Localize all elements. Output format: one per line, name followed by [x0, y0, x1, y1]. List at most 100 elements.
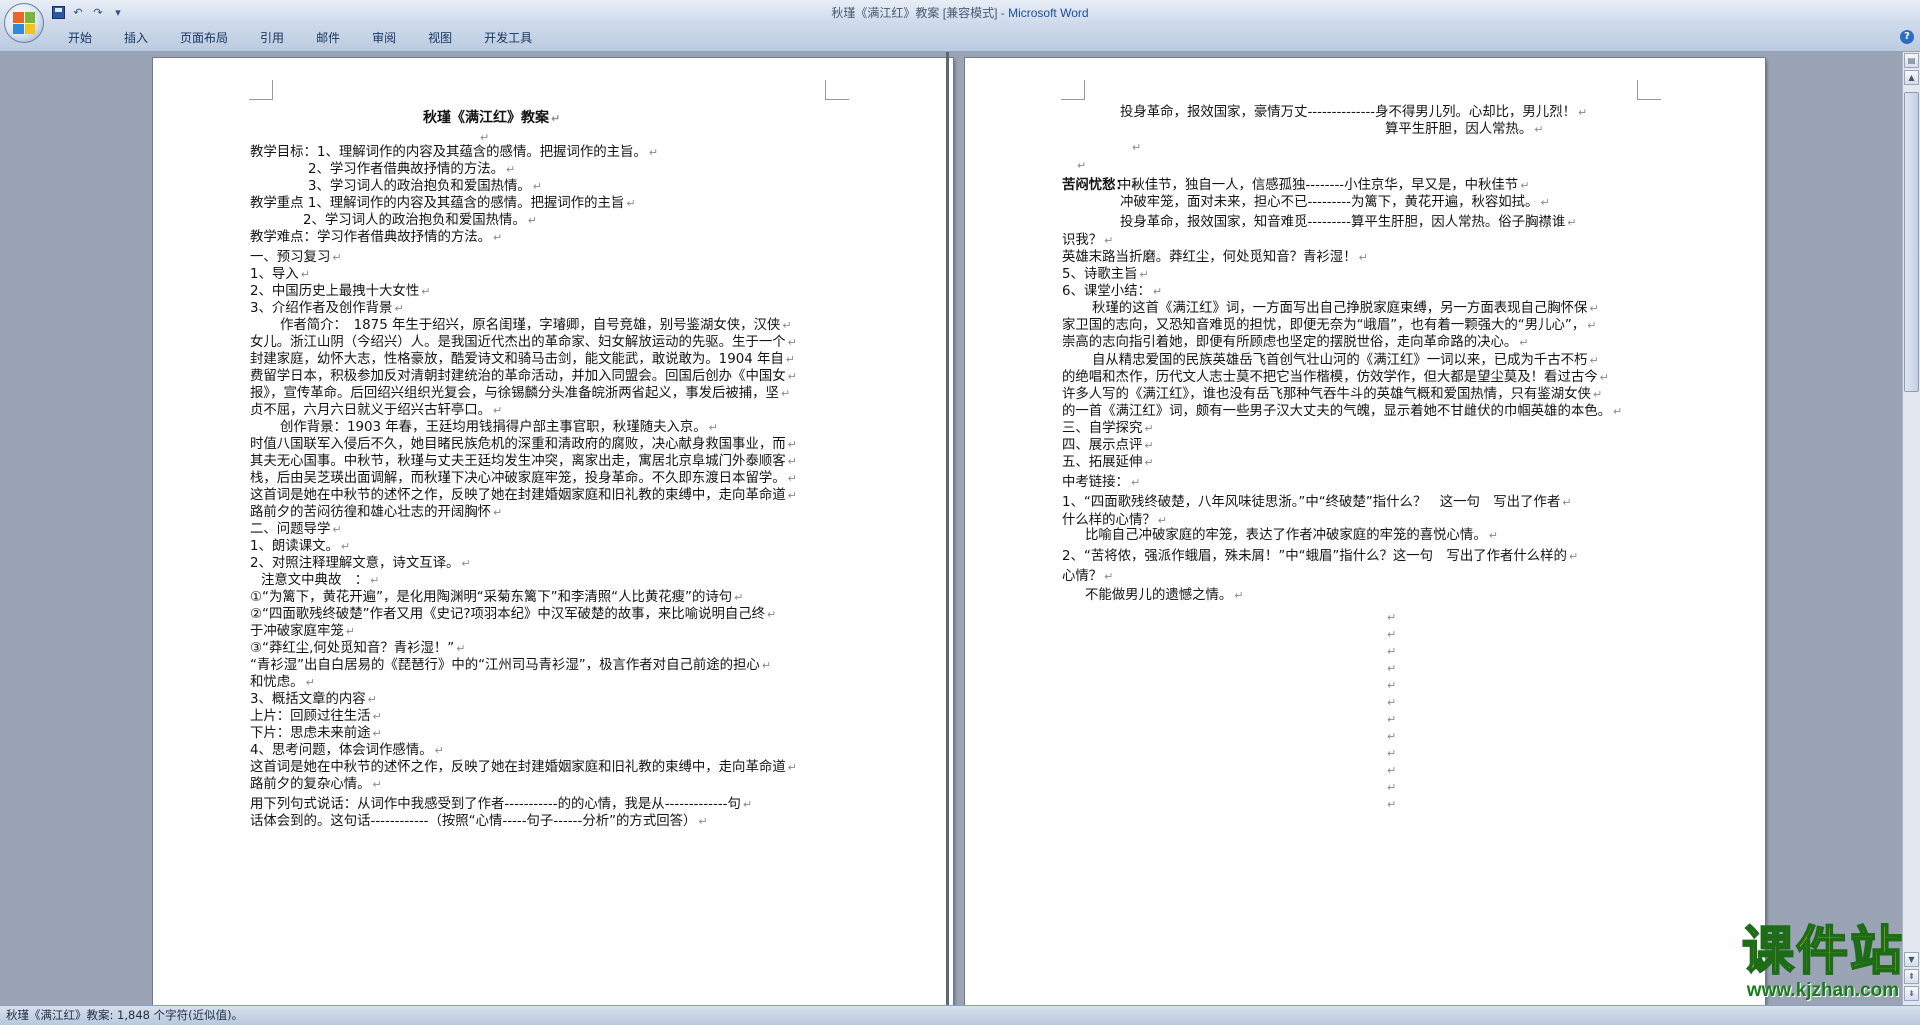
text-line-content: 3、学习词人的政治抱负和爱国热情。 [308, 179, 531, 194]
paragraph-mark-icon: ↵ [421, 285, 431, 298]
paragraph-mark-icon: ↵ [345, 625, 355, 638]
text-line-content: “青衫湿”出自白居易的《琵琶行》中的“江州司马青衫湿”，极言作者对自己前途的担心 [250, 658, 760, 673]
text-line-content: 二、问题导学 [250, 522, 331, 537]
crop-mark [825, 80, 849, 100]
paragraph-mark-icon: ↵ [1589, 302, 1599, 315]
window-title-doc: 秋瑾《满江红》教案 [兼容模式] - [831, 6, 1009, 20]
paragraph-mark-icon: ↵ [1520, 179, 1530, 192]
tab-insert[interactable]: 插入 [108, 27, 164, 49]
text-line: 秋瑾《满江红》教案 ↵ [423, 108, 560, 129]
text-line-content: 作者简介： 1875 年生于绍兴，原名闺瑾，字璿卿，自号竞雄，别号鉴湖女侠，汉侠 [280, 318, 781, 333]
scroll-up-icon[interactable]: ▲ [1904, 70, 1919, 85]
tab-mailings[interactable]: 邮件 [300, 27, 356, 49]
paragraph-mark-icon: ↵ [1387, 798, 1397, 811]
scroll-thumb[interactable] [1904, 92, 1919, 392]
text-line-content: 心情？ [1062, 569, 1103, 584]
document-area[interactable]: 秋瑾《满江红》教案 ↵ ↵ 教学目标：1、理解词作的内容及其蕴含的感情。把握词作的主旨… [0, 52, 1902, 1005]
ruler-toggle-icon[interactable]: ▤ [1904, 53, 1919, 68]
paragraph-mark-icon: ↵ [1562, 496, 1572, 509]
paragraph-mark-icon: ↵ [1358, 251, 1368, 264]
text-line: 投身革命，报效国家，知音难觅---------算平生肝胆，因人常热。俗子胸襟谁 ↵ [1120, 213, 1576, 233]
text-line-content: 英雄末路当折磨。莽红尘，何处觅知音？青衫湿！ [1062, 250, 1357, 265]
text-line-content: 一、预习复习 [250, 250, 331, 265]
text-line-content: 注意文中典故 ： [261, 573, 369, 588]
tab-home[interactable]: 开始 [52, 27, 108, 49]
paragraph-mark-icon: ↵ [780, 387, 791, 400]
help-icon[interactable]: ? [1900, 30, 1914, 44]
text-line-content: 2、中国历史上最拽十大女性 [250, 284, 420, 299]
paragraph-mark-icon: ↵ [1144, 422, 1154, 435]
text-line-content: 女儿。浙江山阴（今绍兴）人。是我国近代杰出的革命家、妇女解放运动的先驱。生于一个 [250, 335, 786, 350]
text-line: ↵ [1075, 156, 1086, 176]
paragraph-mark-icon: ↵ [305, 676, 315, 689]
ribbon-tabs: 开始 插入 页面布局 引用 邮件 审阅 视图 开发工具 [52, 27, 548, 49]
paragraph-mark-icon: ↵ [434, 744, 444, 757]
status-text: 秋瑾《满江红》教案: 1,848 个字符(近似值)。 [6, 1008, 244, 1022]
text-line-content: 和忧虑。 [250, 675, 304, 690]
text-line-content: 路前夕的苦闷彷徨和雄心壮志的开阔胸怀 [250, 505, 492, 520]
paragraph-mark-icon: ↵ [1589, 354, 1599, 367]
paragraph-mark-icon: ↵ [698, 815, 708, 828]
text-line: 崇高的志向指引着她，即便有所顾虑也坚定的摆脱世俗，走向革命路的决心。 ↵ [1062, 333, 1529, 353]
text-line: 中考链接： ↵ [1062, 473, 1140, 493]
text-line-content: 3、介绍作者及创作背景 [250, 301, 393, 316]
paragraph-mark-icon: ↵ [787, 370, 797, 383]
paragraph-mark-icon: ↵ [787, 472, 797, 485]
text-line-content: 五、拓展延伸 [1062, 455, 1143, 470]
text-line-content: 的一首《满江红》词，颇有一些男子汉大丈夫的气魄，显示着她不甘雌伏的巾帼英雄的本色… [1062, 404, 1612, 419]
paragraph-mark-icon: ↵ [787, 761, 797, 774]
text-line-content: 1、“四面歌残终破楚，八年风味徒思浙。”中“终破楚”指什么？ 这一句 写出了作者 [1062, 495, 1561, 510]
paragraph-mark-icon: ↵ [527, 214, 537, 227]
tab-developer[interactable]: 开发工具 [468, 27, 548, 49]
vertical-scrollbar[interactable]: ▤ ▲ ▼ ⇞ ⇟ [1902, 52, 1920, 1005]
paragraph-mark-icon: ↵ [461, 557, 471, 570]
previous-page-icon[interactable]: ⇞ [1904, 969, 1919, 984]
watermark: 课件站 www.kjzhan.com [1741, 922, 1904, 1001]
text-line-content: 识我？ [1062, 233, 1103, 248]
paragraph-mark-icon: ↵ [761, 659, 772, 672]
crop-mark [1637, 80, 1661, 100]
text-line-content: 投身革命，报效国家，知音难觅---------算平生肝胆，因人常热。俗子胸襟谁 [1120, 215, 1566, 230]
document-page-1[interactable]: 秋瑾《满江红》教案 ↵ ↵ 教学目标：1、理解词作的内容及其蕴含的感情。把握词作的主旨… [153, 58, 953, 1005]
text-line-content: 冲破牢笼，面对未来，担心不已---------为篱下，黄花开遍，秋容如拭。 [1120, 195, 1539, 210]
tab-page-layout[interactable]: 页面布局 [164, 27, 244, 49]
paragraph-mark-icon: ↵ [1104, 570, 1114, 583]
word-window: ↶ ↷ ▾ 秋瑾《满江红》教案 [兼容模式] - Microsoft Word … [0, 0, 1920, 1025]
text-line-content: 这首词是她在中秋节的述怀之作，反映了她在封建婚姻家庭和旧礼教的束缚中，走向革命道 [250, 488, 786, 503]
tab-references[interactable]: 引用 [244, 27, 300, 49]
document-page-2[interactable]: 投身革命，报效国家，豪情万丈--------------身不得男儿列。心却比，男… [965, 58, 1765, 1005]
text-line: ↵ [1130, 138, 1141, 158]
paragraph-mark-icon: ↵ [1144, 439, 1154, 452]
paragraph-mark-icon: ↵ [1132, 141, 1142, 154]
text-line-content: 话体会到的。这句话------------（按照“心情-----句子------… [250, 814, 697, 829]
paragraph-mark-icon: ↵ [1613, 405, 1623, 418]
text-line: 五、拓展延伸 ↵ [1062, 453, 1154, 473]
watermark-title: 课件站 [1741, 922, 1904, 982]
paragraph-mark-icon: ↵ [787, 489, 797, 502]
next-page-icon[interactable]: ⇟ [1904, 986, 1919, 1001]
text-line: 心情？ ↵ [1062, 567, 1113, 587]
paragraph-mark-icon: ↵ [626, 197, 636, 210]
paragraph-mark-icon: ↵ [1234, 589, 1244, 602]
text-line-content: 贞不屈，六月六日就义于绍兴古轩亭口。 [250, 403, 492, 418]
text-line: 路前夕的复杂心情。 ↵ [250, 775, 382, 795]
paragraph-mark-icon: ↵ [1599, 371, 1609, 384]
watermark-url: www.kjzhan.com [1746, 980, 1900, 1001]
tab-review[interactable]: 审阅 [356, 27, 412, 49]
paragraph-mark-icon: ↵ [394, 302, 404, 315]
scroll-down-icon[interactable]: ▼ [1904, 952, 1919, 967]
text-line-content: 费留学日本，积极参加反对清朝封建统治的革命活动，并加入同盟会。回国后创办《中国女 [250, 369, 786, 384]
paragraph-mark-icon: ↵ [493, 231, 503, 244]
tab-view[interactable]: 视图 [412, 27, 468, 49]
paragraph-mark-icon: ↵ [532, 180, 542, 193]
text-line-content: 投身革命，报效国家，豪情万丈--------------身不得男儿列。心却比，男… [1120, 105, 1576, 120]
paragraph-mark-icon: ↵ [372, 727, 382, 740]
paragraph-mark-icon: ↵ [787, 336, 797, 349]
text-line-content: 秋瑾《满江红》教案 [423, 110, 549, 126]
split-divider[interactable] [946, 52, 949, 1005]
text-line-content: 于冲破家庭牢笼 [250, 624, 344, 639]
text-line-content: 4、思考问题，体会词作感情。 [250, 743, 433, 758]
text-line-content: 三、自学探究 [1062, 421, 1143, 436]
text-line: “青衫湿”出自白居易的《琵琶行》中的“江州司马青衫湿”，极言作者对自己前途的担心… [250, 656, 771, 676]
text-line-content: 秋瑾的这首《满江红》词，一方面写出自己挣脱家庭束缚，另一方面表现自己胸怀保 [1092, 301, 1588, 316]
